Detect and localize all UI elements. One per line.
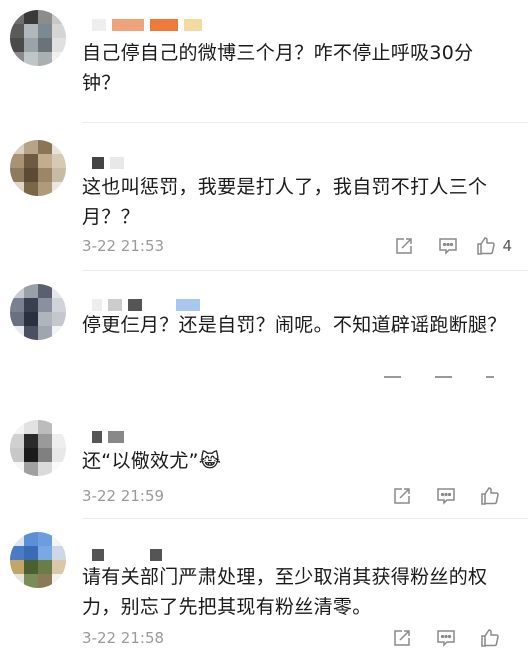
username[interactable] <box>92 430 124 444</box>
avatar[interactable] <box>10 532 66 588</box>
divider <box>82 518 528 519</box>
comment-item: 还“以儆效尤”😹 3-22 21:59 <box>0 412 528 522</box>
share-icon <box>394 488 410 504</box>
comment-button[interactable] <box>424 626 468 650</box>
comment-item: 停更仨月？还是自罚？闹呢。不知道辟谣跑断腿？ <box>0 272 528 400</box>
divider <box>82 270 528 271</box>
comment-text: 这也叫惩罚，我要是打人了，我自罚不打人三个月？？ <box>82 176 488 228</box>
partial-action-row <box>384 376 495 380</box>
timestamp: 3-22 21:58 <box>82 629 165 647</box>
avatar[interactable] <box>10 140 66 196</box>
thumbs-up-icon <box>481 487 499 505</box>
like-button[interactable]: 4 <box>470 236 512 256</box>
thumbs-up-icon <box>477 237 496 255</box>
share-button[interactable] <box>380 484 424 508</box>
comment-icon <box>437 488 455 505</box>
username[interactable] <box>92 18 202 32</box>
comment-icon <box>437 630 455 647</box>
thumbs-up-icon <box>481 629 499 647</box>
username[interactable] <box>92 156 124 170</box>
comment-meta: 3-22 21:59 <box>82 484 512 508</box>
timestamp: 3-22 21:59 <box>82 487 165 505</box>
laughing-cat-emoji: 😹 <box>198 450 222 472</box>
comment-item: 这也叫惩罚，我要是打人了，我自罚不打人三个月？？ 3-22 21:53 4 <box>0 126 528 272</box>
share-button[interactable] <box>380 626 424 650</box>
avatar[interactable] <box>10 420 66 476</box>
comment-button[interactable] <box>424 484 468 508</box>
share-icon <box>394 630 410 646</box>
comment-meta: 3-22 21:58 <box>82 626 512 650</box>
username[interactable] <box>92 548 162 562</box>
comment-text: 自己停自己的微博三个月？咋不停止呼吸30分钟？ <box>82 42 474 94</box>
avatar[interactable] <box>10 284 66 340</box>
comment-item: 请有关部门严肃处理，至少取消其获得粉丝的权力，别忘了先把其现有粉丝清零。 3-2… <box>0 522 528 663</box>
comment-button[interactable] <box>426 234 470 258</box>
comment-icon <box>439 238 458 255</box>
avatar[interactable] <box>10 10 66 66</box>
comment-meta: 3-22 21:53 4 <box>82 234 512 258</box>
comment-text: 停更仨月？还是自罚？闹呢。不知道辟谣跑断腿？ <box>82 314 507 336</box>
comment-text-body: 还“以儆效尤” <box>82 450 199 472</box>
like-button[interactable] <box>468 626 512 650</box>
timestamp: 3-22 21:53 <box>82 237 165 255</box>
comment-text: 请有关部门严肃处理，至少取消其获得粉丝的权力，别忘了先把其现有粉丝清零。 <box>82 566 488 618</box>
share-icon <box>396 238 413 254</box>
comment-text: 还“以儆效尤”😹 <box>82 446 512 476</box>
like-count: 4 <box>502 237 512 255</box>
like-button[interactable] <box>468 484 512 508</box>
comment-item: 自己停自己的微博三个月？咋不停止呼吸30分钟？ <box>0 0 528 122</box>
share-button[interactable] <box>382 234 426 258</box>
divider <box>82 122 528 123</box>
